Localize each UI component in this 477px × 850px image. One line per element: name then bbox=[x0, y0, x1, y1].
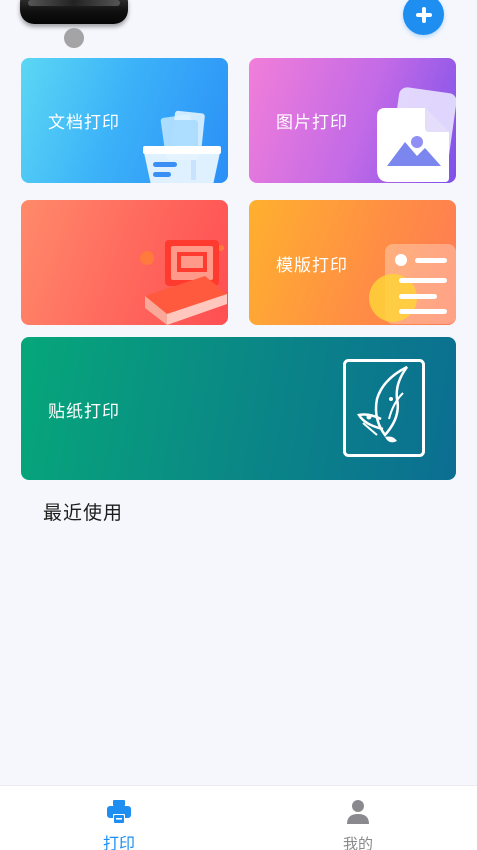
laptop-print-icon bbox=[140, 240, 227, 325]
printer-icon bbox=[107, 800, 131, 824]
tab-print[interactable]: 打印 bbox=[59, 786, 179, 850]
sticker-print-card[interactable]: 贴纸打印 bbox=[21, 337, 456, 480]
template-print-card[interactable]: 模版打印 bbox=[249, 200, 456, 325]
recent-used-title: 最近使用 bbox=[43, 502, 124, 524]
image-print-card[interactable]: 图片打印 bbox=[249, 58, 456, 183]
bottom-tab-bar: 打印 我的 bbox=[0, 785, 477, 850]
template-print-label: 模版打印 bbox=[276, 256, 348, 276]
tab-print-label: 打印 bbox=[102, 834, 135, 850]
tab-mine[interactable]: 我的 bbox=[298, 786, 418, 850]
template-list-icon bbox=[369, 244, 456, 324]
document-print-card[interactable]: 文档打印 bbox=[21, 58, 228, 183]
butterfly-sticker-icon bbox=[343, 359, 425, 457]
document-box-icon bbox=[143, 110, 221, 183]
person-icon bbox=[347, 800, 369, 824]
sticker-print-label: 贴纸打印 bbox=[48, 402, 120, 422]
image-picture-icon bbox=[377, 87, 456, 182]
document-print-label: 文档打印 bbox=[48, 113, 120, 133]
plus-icon bbox=[415, 6, 432, 23]
add-device-button[interactable] bbox=[403, 0, 444, 35]
image-print-label: 图片打印 bbox=[276, 113, 348, 133]
laptop-print-card[interactable] bbox=[21, 200, 228, 325]
tab-mine-label: 我的 bbox=[342, 835, 373, 850]
status-dot bbox=[64, 28, 84, 48]
printer-device-image[interactable] bbox=[20, 0, 128, 24]
